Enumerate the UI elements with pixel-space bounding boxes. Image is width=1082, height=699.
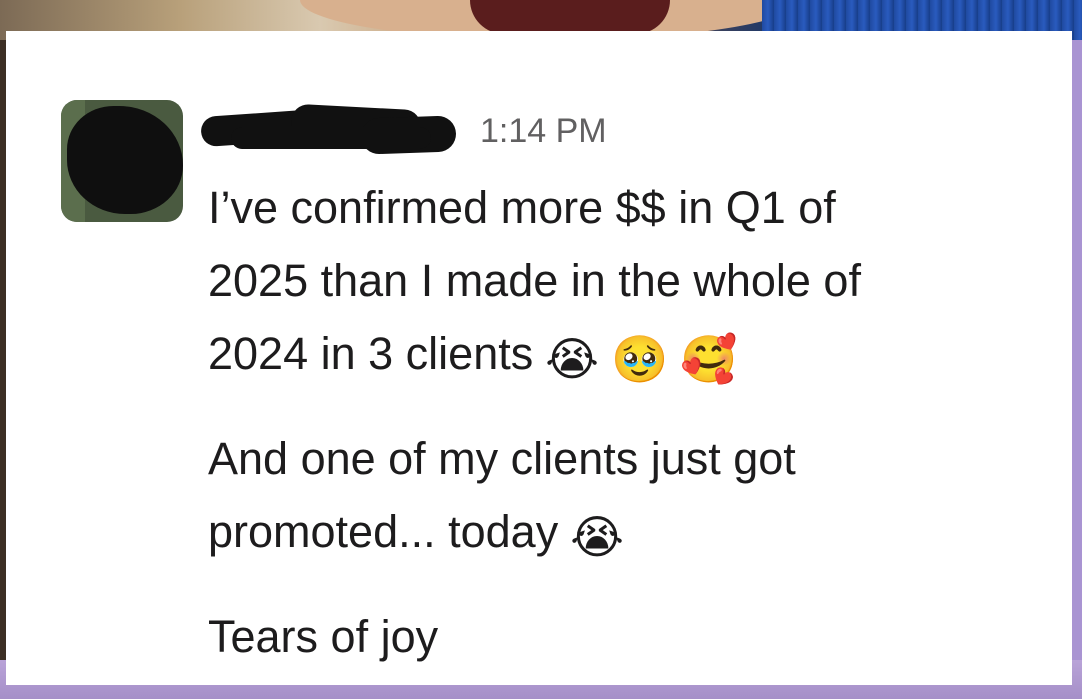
message-paragraph-3: Tears of joy xyxy=(208,600,1028,673)
message-line: 2024 in 3 clients xyxy=(208,328,534,379)
message-line: I’ve confirmed more $$ in Q1 of xyxy=(208,182,836,233)
message-line: And one of my clients just got xyxy=(208,433,796,484)
loudly-crying-face-icon: 😭 xyxy=(570,510,624,564)
message-paragraph-1: I’ve confirmed more $$ in Q1 of 2025 tha… xyxy=(208,171,1028,396)
face-holding-back-tears-icon: 🥹 xyxy=(610,332,669,386)
message-timestamp[interactable]: 1:14 PM xyxy=(480,111,607,151)
message-card: 1:14 PM I’ve confirmed more $$ in Q1 of … xyxy=(6,31,1072,685)
message-paragraph-2: And one of my clients just got promoted.… xyxy=(208,422,1028,574)
message-line: 2025 than I made in the whole of xyxy=(208,255,861,306)
message-body: I’ve confirmed more $$ in Q1 of 2025 tha… xyxy=(208,171,1028,673)
loudly-crying-face-icon: 😭 xyxy=(545,332,599,386)
message-line: Tears of joy xyxy=(208,611,439,662)
smiling-face-with-hearts-icon: 🥰 xyxy=(680,332,738,386)
username-redaction[interactable] xyxy=(200,103,457,155)
background-edge-right xyxy=(1072,40,1082,660)
user-avatar[interactable] xyxy=(61,100,183,222)
background-mouth xyxy=(470,0,670,34)
message-line: promoted... today xyxy=(208,506,559,557)
avatar-redaction xyxy=(67,106,183,214)
